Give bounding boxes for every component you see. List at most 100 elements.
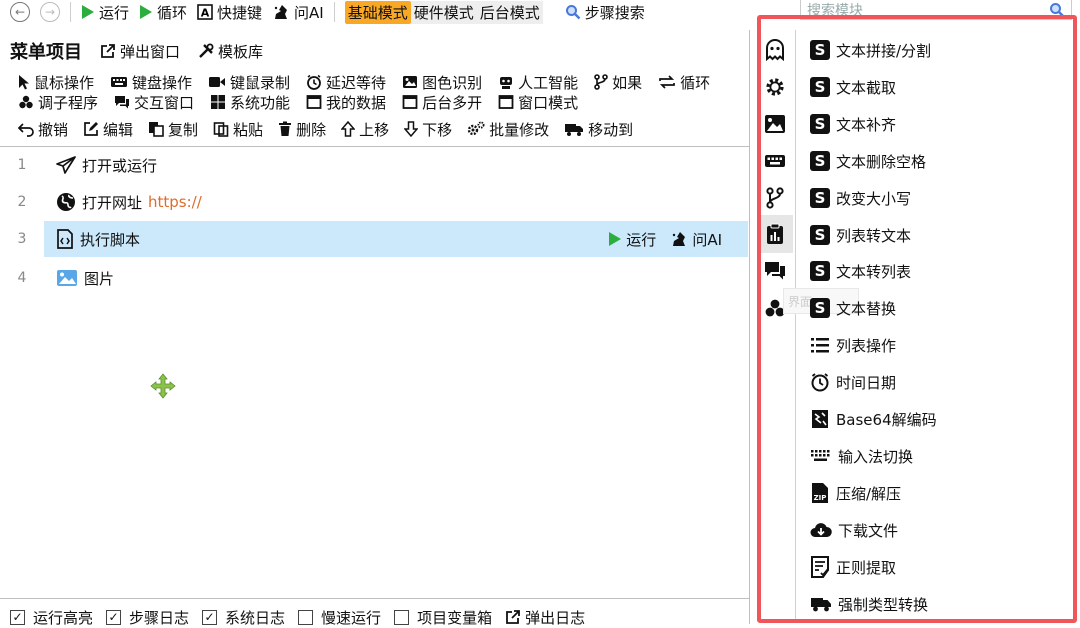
chat-icon[interactable]: [762, 258, 788, 284]
delete-button[interactable]: 删除: [278, 119, 326, 140]
category-multi-open[interactable]: 后台多开: [402, 92, 482, 113]
back-icon[interactable]: ←: [10, 2, 30, 22]
step-row[interactable]: 1 打开或运行: [0, 147, 750, 183]
step-search-button[interactable]: 步骤搜索: [565, 2, 645, 23]
category-my-data[interactable]: 我的数据: [306, 92, 386, 113]
module-item[interactable]: 列表操作: [810, 333, 896, 357]
option-label: 运行高亮: [33, 608, 94, 627]
module-item[interactable]: 强制类型转换: [810, 592, 928, 616]
branch-icon[interactable]: [762, 185, 788, 211]
picture-icon: [57, 270, 77, 286]
move-up-button[interactable]: 上移: [341, 119, 389, 140]
system-log-checkbox[interactable]: ✓ 系统日志: [202, 607, 285, 628]
module-item[interactable]: ZIP 压缩/解压: [810, 481, 901, 505]
category-mouse[interactable]: 鼠标操作: [18, 72, 94, 93]
module-label: 文本删除空格: [836, 152, 927, 171]
step-url: https://: [148, 193, 202, 211]
module-item[interactable]: 时间日期: [810, 370, 896, 394]
edit-button[interactable]: 编辑: [83, 119, 133, 140]
copy-button[interactable]: 复制: [148, 119, 198, 140]
search-icon[interactable]: [1049, 2, 1065, 18]
step-body: 打开或运行: [44, 147, 750, 183]
external-link-icon: [101, 44, 115, 58]
category-record[interactable]: 键鼠录制: [208, 72, 290, 93]
module-item[interactable]: S 文本替换: [810, 296, 896, 320]
popup-window-button[interactable]: 弹出窗口: [100, 41, 180, 62]
window-icon: [498, 95, 514, 109]
mode-basic-tab[interactable]: 基础模式: [344, 0, 411, 24]
module-item[interactable]: 输入法切换: [810, 444, 913, 468]
mode-hardware-tab[interactable]: 硬件模式: [410, 0, 477, 24]
settings-gear-icon[interactable]: [762, 74, 788, 100]
category-subroutine[interactable]: 调子程序: [18, 92, 98, 113]
mode-background-tab[interactable]: 后台模式: [476, 0, 543, 24]
category-row-1: 鼠标操作 键盘操作 键鼠录制 延迟等待 图色识别 人工智能 如果 循环: [18, 72, 726, 92]
step-ask-ai-label: 问AI: [692, 230, 722, 249]
step-row-selected[interactable]: 3 执行脚本 运行 问AI: [0, 221, 750, 257]
run-button[interactable]: 运行: [81, 2, 129, 23]
keyboard-icon: [111, 77, 128, 87]
image-icon[interactable]: [762, 111, 788, 137]
checkbox-checked[interactable]: ✓: [10, 609, 25, 625]
module-item[interactable]: S 文本删除空格: [810, 149, 926, 173]
undo-button[interactable]: 撤销: [18, 119, 68, 140]
checkbox-unchecked[interactable]: [394, 609, 410, 625]
module-item[interactable]: S 文本拼接/分割: [810, 38, 931, 62]
ghost-icon[interactable]: [762, 37, 788, 63]
category-if[interactable]: 如果: [594, 72, 642, 93]
slow-run-checkbox[interactable]: 慢速运行: [298, 607, 381, 628]
clipboard-data-icon[interactable]: [762, 221, 788, 247]
step-body: 执行脚本 运行 问AI: [44, 221, 748, 257]
category-keyboard[interactable]: 键盘操作: [110, 72, 192, 93]
category-interactive-window[interactable]: 交互窗口: [114, 92, 194, 113]
module-item[interactable]: S 文本转列表: [810, 259, 911, 283]
divider: [333, 2, 335, 22]
loop-button[interactable]: 循环: [139, 2, 187, 23]
hotkey-button[interactable]: A 快捷键: [197, 2, 262, 23]
module-label: 列表操作: [836, 336, 897, 355]
step-log-checkbox[interactable]: ✓ 步骤日志: [106, 607, 189, 628]
top-toolbar: ← → 运行 循环 A 快捷键 问AI 基础模式 硬件模式 后台模式 步骤搜索: [0, 0, 750, 24]
category-loop[interactable]: 循环: [658, 72, 710, 93]
template-library-button[interactable]: 模板库: [198, 41, 263, 62]
ask-ai-button[interactable]: 问AI: [272, 2, 324, 23]
checkbox-checked[interactable]: ✓: [106, 609, 122, 625]
step-row[interactable]: 2 打开网址 https://: [0, 184, 750, 220]
run-highlight-checkbox[interactable]: ✓ 运行高亮: [10, 607, 93, 628]
category-system[interactable]: 系统功能: [210, 92, 290, 113]
module-item[interactable]: S 列表转文本: [810, 223, 911, 247]
project-vars-checkbox[interactable]: 项目变量箱: [394, 607, 492, 628]
arrow-up-icon: [341, 121, 356, 137]
module-search-input[interactable]: 搜索模块: [800, 0, 1072, 20]
move-down-button[interactable]: 下移: [404, 119, 452, 140]
category-ai[interactable]: 人工智能: [498, 72, 578, 93]
category-label: 图色识别: [422, 73, 483, 92]
checkbox-unchecked[interactable]: [298, 609, 314, 625]
category-label: 我的数据: [326, 93, 387, 112]
module-item[interactable]: S 文本截取: [810, 75, 896, 99]
paste-button[interactable]: 粘贴: [213, 119, 263, 140]
loop-label: 循环: [157, 3, 188, 22]
base64-icon: [812, 410, 828, 428]
module-label: 时间日期: [836, 373, 897, 392]
step-row[interactable]: 4 图片: [0, 260, 750, 296]
popup-log-button[interactable]: 弹出日志: [505, 607, 585, 628]
module-item[interactable]: S 文本补齐: [810, 112, 896, 136]
module-item[interactable]: Base64解编码: [810, 407, 937, 431]
category-image-recog[interactable]: 图色识别: [402, 72, 482, 93]
forward-icon[interactable]: →: [40, 2, 60, 22]
module-item[interactable]: S 改变大小写: [810, 186, 911, 210]
batch-edit-button[interactable]: 批量修改: [467, 119, 549, 140]
step-ask-ai-button[interactable]: 问AI: [670, 229, 722, 250]
category-label: 鼠标操作: [34, 73, 95, 92]
menu-title: 菜单项目: [10, 42, 82, 63]
module-item[interactable]: 正则提取: [810, 555, 896, 579]
keyboard-icon[interactable]: [762, 148, 788, 174]
category-delay[interactable]: 延迟等待: [306, 72, 386, 93]
checkbox-checked[interactable]: ✓: [202, 609, 218, 625]
category-window-mode[interactable]: 窗口模式: [498, 92, 578, 113]
move-to-button[interactable]: 移动到: [564, 119, 633, 140]
module-label: 文本截取: [836, 78, 897, 97]
step-run-button[interactable]: 运行: [608, 229, 656, 250]
module-item[interactable]: 下载文件: [810, 518, 898, 542]
